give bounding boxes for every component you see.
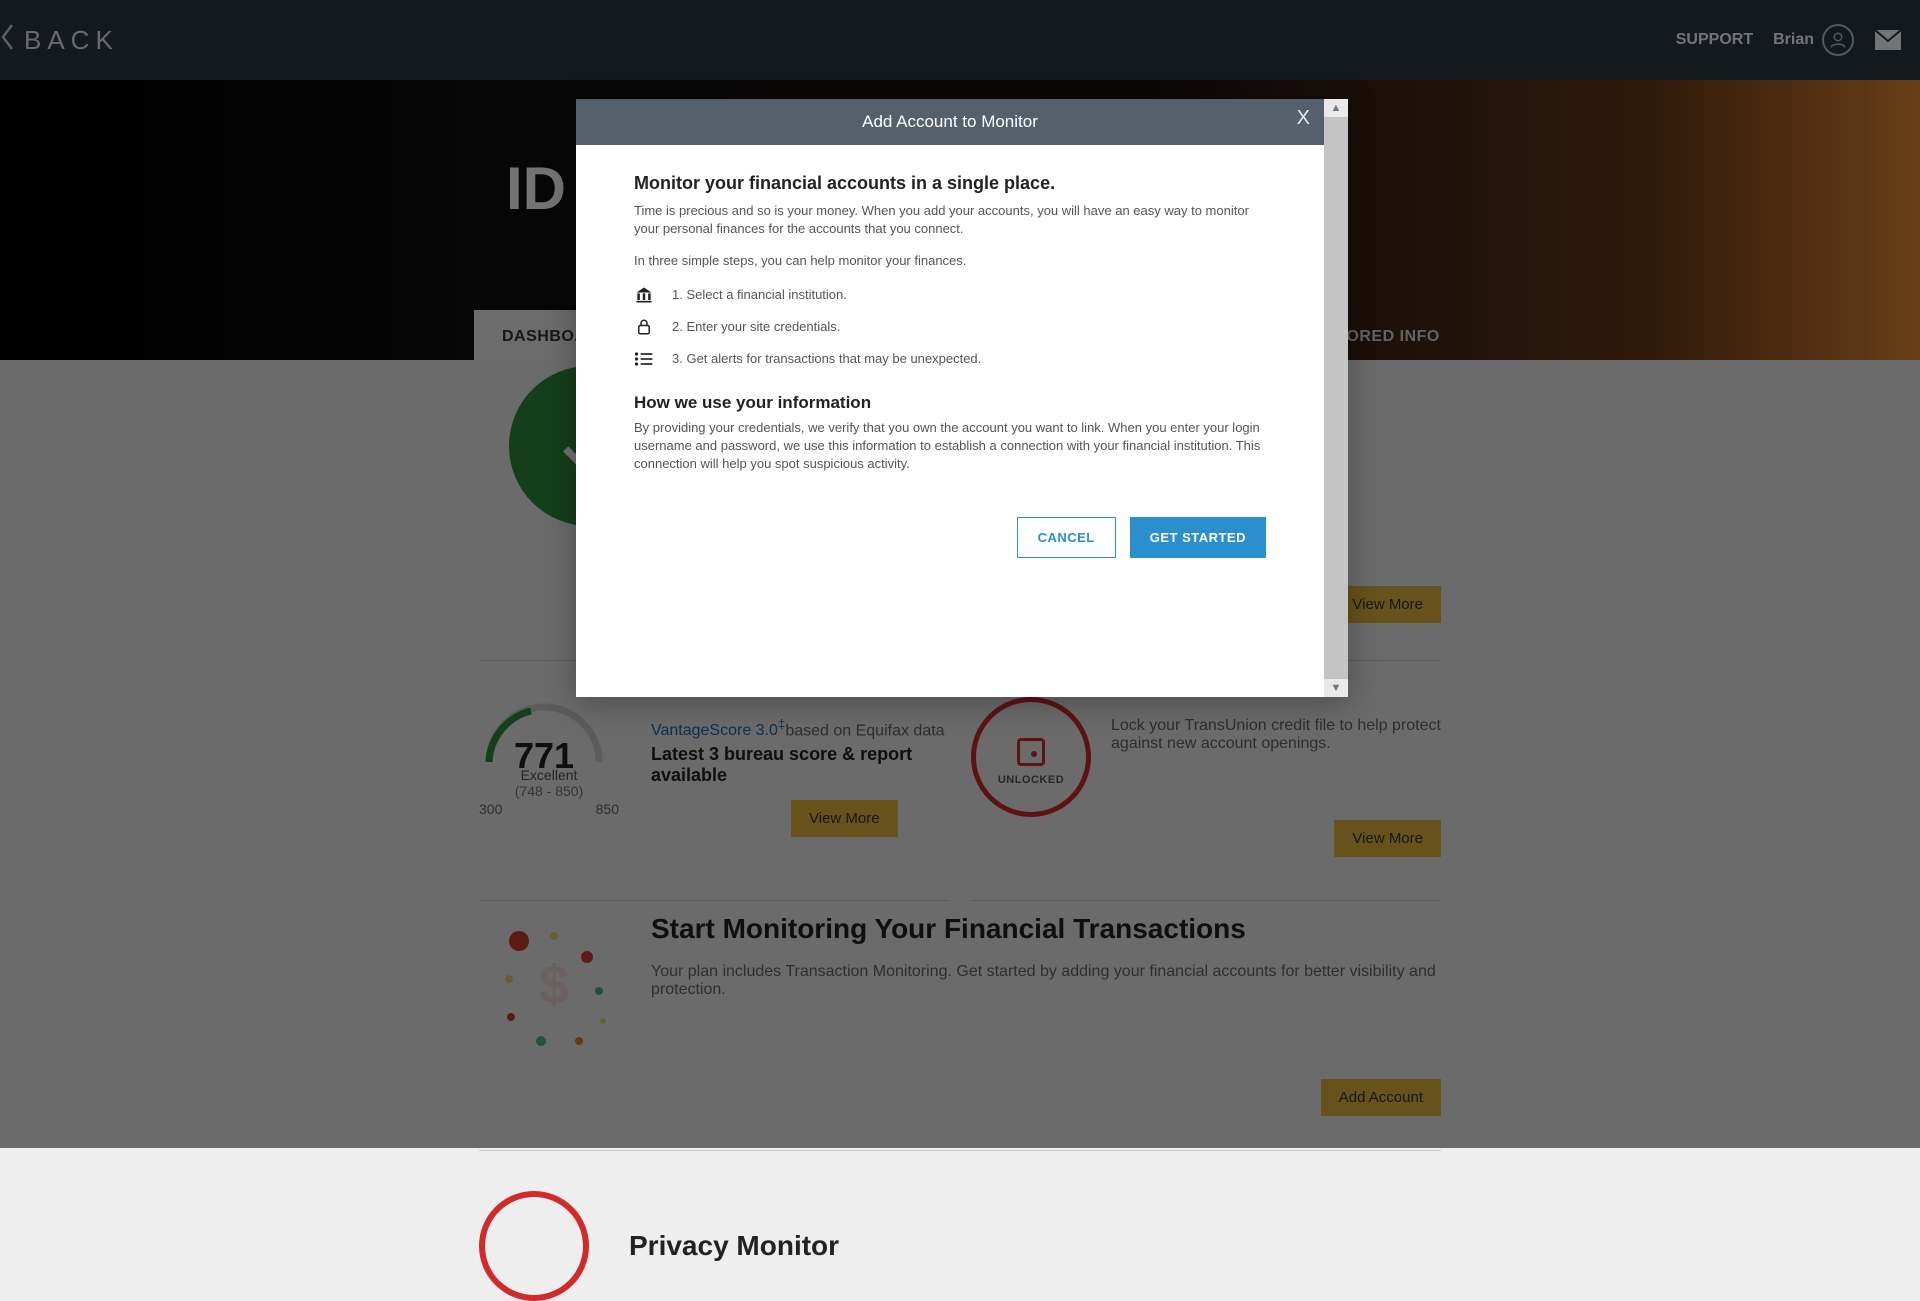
- add-account-modal: Add Account to Monitor X Monitor your fi…: [576, 99, 1324, 697]
- modal-scrollbar[interactable]: ▲ ▼: [1324, 99, 1348, 697]
- modal-body: Monitor your financial accounts in a sin…: [576, 145, 1324, 487]
- bank-icon: [634, 285, 654, 305]
- modal-actions: CANCEL GET STARTED: [576, 487, 1324, 558]
- step-1-text: 1. Select a financial institution.: [672, 287, 847, 302]
- modal-title: Add Account to Monitor: [862, 112, 1038, 132]
- step-2-text: 2. Enter your site credentials.: [672, 319, 840, 334]
- how-we-use-title: How we use your information: [634, 393, 1266, 413]
- modal-heading: Monitor your financial accounts in a sin…: [634, 173, 1266, 194]
- divider: [479, 1150, 1441, 1151]
- modal-header: Add Account to Monitor X: [576, 99, 1324, 145]
- scroll-track[interactable]: [1324, 117, 1348, 679]
- how-we-use-body: By providing your credentials, we verify…: [634, 419, 1266, 474]
- modal-wrap: Add Account to Monitor X Monitor your fi…: [576, 99, 1348, 697]
- scroll-down-icon[interactable]: ▼: [1324, 679, 1348, 697]
- list-icon: [634, 349, 654, 369]
- privacy-circle-icon: [479, 1191, 589, 1301]
- step-row: 2. Enter your site credentials.: [634, 317, 1266, 337]
- cancel-button[interactable]: CANCEL: [1017, 517, 1116, 558]
- lock-icon: [634, 317, 654, 337]
- close-icon[interactable]: X: [1297, 107, 1310, 130]
- privacy-title: Privacy Monitor: [629, 1230, 839, 1262]
- scroll-thumb[interactable]: [1324, 117, 1348, 679]
- modal-steps-intro: In three simple steps, you can help moni…: [634, 252, 1266, 270]
- step-row: 3. Get alerts for transactions that may …: [634, 349, 1266, 369]
- step-3-text: 3. Get alerts for transactions that may …: [672, 351, 981, 366]
- modal-intro: Time is precious and so is your money. W…: [634, 202, 1266, 238]
- scroll-up-icon[interactable]: ▲: [1324, 99, 1348, 117]
- privacy-monitor-card: Privacy Monitor: [479, 1191, 1441, 1301]
- step-row: 1. Select a financial institution.: [634, 285, 1266, 305]
- get-started-button[interactable]: GET STARTED: [1130, 517, 1266, 558]
